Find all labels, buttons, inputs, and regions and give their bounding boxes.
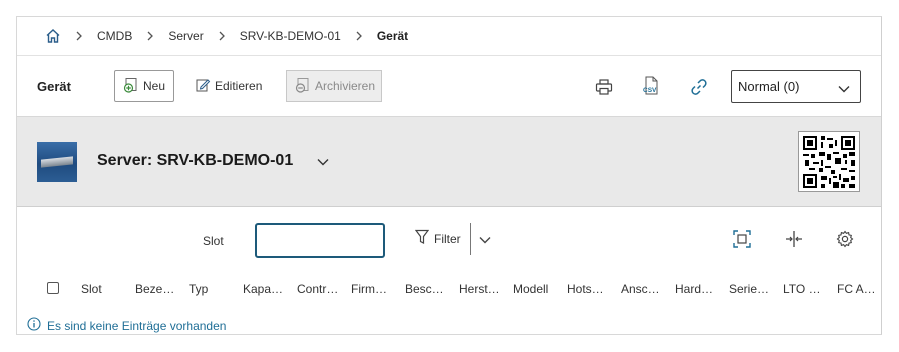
column-header-fc-adresse[interactable]: FC A… xyxy=(837,282,876,296)
filter-button-label: Filter xyxy=(434,231,461,246)
empty-message: Es sind keine Einträge vorhanden xyxy=(47,318,227,333)
chevron-down-icon[interactable] xyxy=(479,233,491,247)
settings-icon[interactable] xyxy=(833,227,857,251)
chevron-down-icon xyxy=(838,81,850,96)
breadcrumb: CMDB Server SRV-KB-DEMO-01 Gerät xyxy=(17,17,881,56)
column-header-kapazitaet[interactable]: Kapa… xyxy=(243,282,283,296)
chevron-right-icon xyxy=(218,31,226,41)
object-thumbnail xyxy=(37,142,77,182)
fullscreen-icon[interactable] xyxy=(730,227,754,251)
add-icon xyxy=(123,77,139,96)
column-header-modell[interactable]: Modell xyxy=(513,282,548,296)
filter-row: Slot Filter xyxy=(17,207,881,271)
divider xyxy=(470,223,471,255)
chevron-down-icon[interactable] xyxy=(317,155,329,169)
edit-button-label: Editieren xyxy=(215,79,263,93)
chevron-right-icon xyxy=(146,31,154,41)
new-button[interactable]: Neu xyxy=(114,70,175,102)
column-header-seriennummer[interactable]: Serie… xyxy=(729,282,769,296)
print-icon[interactable] xyxy=(592,75,616,99)
column-header-lto[interactable]: LTO … xyxy=(783,282,821,296)
archive-icon xyxy=(295,77,311,96)
object-header: Server: SRV-KB-DEMO-01 xyxy=(17,117,881,207)
filter-input[interactable] xyxy=(255,223,385,258)
chevron-right-icon xyxy=(75,31,83,41)
new-button-label: Neu xyxy=(143,79,166,93)
qr-code-icon[interactable] xyxy=(798,131,860,192)
csv-icon[interactable]: CSV xyxy=(639,74,663,98)
table-header: Slot Beze… Typ Kapa… Contr… Firm… Besc… … xyxy=(17,277,881,301)
breadcrumb-item-object[interactable]: SRV-KB-DEMO-01 xyxy=(240,29,341,43)
edit-button[interactable]: Editieren xyxy=(187,70,270,102)
main-frame: CMDB Server SRV-KB-DEMO-01 Gerät Gerät N… xyxy=(16,16,882,335)
select-all-checkbox[interactable] xyxy=(47,282,59,294)
column-header-bezeichnung[interactable]: Beze… xyxy=(135,282,174,296)
edit-icon xyxy=(195,77,211,96)
empty-state: Es sind keine Einträge vorhanden xyxy=(27,317,226,334)
column-resize-icon[interactable] xyxy=(782,227,806,251)
breadcrumb-current: Gerät xyxy=(376,29,409,43)
column-header-controller[interactable]: Contr… xyxy=(297,282,338,296)
view-select-value: Normal (0) xyxy=(738,79,800,94)
breadcrumb-item-server[interactable]: Server xyxy=(168,29,203,43)
toolbar: Gerät Neu Editieren Archivieren CSV Norm… xyxy=(17,56,881,117)
toolbar-title: Gerät xyxy=(37,78,71,94)
breadcrumb-item-cmdb[interactable]: CMDB xyxy=(97,29,132,43)
object-title: Server: SRV-KB-DEMO-01 xyxy=(97,152,294,169)
archive-button[interactable]: Archivieren xyxy=(286,70,382,102)
column-header-typ[interactable]: Typ xyxy=(189,282,208,296)
svg-text:CSV: CSV xyxy=(643,87,657,94)
column-header-anschluss[interactable]: Ansc… xyxy=(621,282,660,296)
archive-button-label: Archivieren xyxy=(315,79,376,93)
column-header-slot[interactable]: Slot xyxy=(81,282,102,296)
filter-icon xyxy=(414,229,430,248)
column-header-firmware[interactable]: Firm… xyxy=(351,282,387,296)
column-header-hotswap[interactable]: Hots… xyxy=(567,282,604,296)
filter-field-label: Slot xyxy=(203,234,224,248)
view-select[interactable]: Normal (0) xyxy=(731,70,861,103)
column-header-hersteller[interactable]: Herst… xyxy=(459,282,500,296)
filter-button[interactable]: Filter xyxy=(414,229,461,248)
info-icon xyxy=(27,317,41,334)
chevron-right-icon xyxy=(355,31,363,41)
column-header-hardware[interactable]: Hard… xyxy=(675,282,713,296)
link-icon[interactable] xyxy=(687,75,711,99)
column-header-beschreibung[interactable]: Besc… xyxy=(405,282,444,296)
home-icon[interactable] xyxy=(45,28,61,44)
